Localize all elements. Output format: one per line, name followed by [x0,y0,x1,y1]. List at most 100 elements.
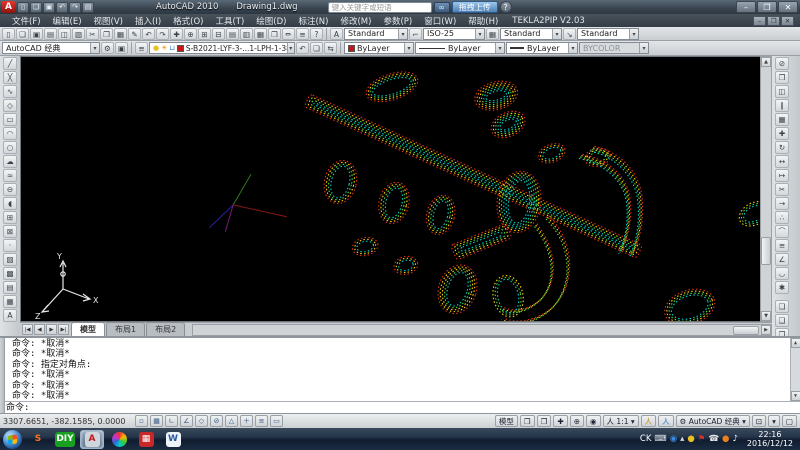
fillet-icon[interactable]: ◡ [775,267,789,280]
draworder-back-icon[interactable]: ❑ [775,314,789,327]
trim-icon[interactable]: ✂ [775,183,789,196]
text-style-icon[interactable]: A [330,28,343,40]
layer-previous-icon[interactable]: ↶ [296,42,309,54]
tab-布局1[interactable]: 布局1 [106,322,145,336]
dim-style-dropdown[interactable]: ISO-25▾ [423,28,485,40]
help-tray-icon[interactable]: ◉ [670,434,677,444]
construction-line-icon[interactable]: ╳ [3,71,17,84]
mtext-icon[interactable]: A [3,309,17,322]
menu-item-4[interactable]: 格式(O) [167,15,209,27]
layer-match-icon[interactable]: ⇆ [324,42,337,54]
draworder-front-icon[interactable]: ❏ [775,300,789,313]
help-icon[interactable]: ? [310,28,323,40]
scroll-up-arrow[interactable]: ▲ [761,57,771,67]
break-icon[interactable]: ⌒ [775,225,789,238]
taskbar-app-red-tool[interactable]: ▦ [134,430,158,449]
taskbar-app-autocad[interactable]: A [80,430,104,449]
annotation-autoscale-icon[interactable]: 人 [658,415,674,427]
properties-icon[interactable]: ▤ [226,28,239,40]
open-icon[interactable]: ❏ [16,28,29,40]
copy-icon[interactable]: ❐ [775,71,789,84]
doc-restore-button[interactable]: ❐ [767,16,780,26]
model-space-button[interactable]: 模型 [495,415,518,427]
circle-icon[interactable]: ○ [3,141,17,154]
plot-icon[interactable]: ▤ [82,2,94,13]
menu-item-5[interactable]: 工具(T) [209,15,250,27]
offset-icon[interactable]: ∥ [775,99,789,112]
menu-item-6[interactable]: 绘图(D) [250,15,292,27]
coin-icon[interactable]: ● [687,434,694,444]
taskbar-app-diy[interactable]: DIY [53,430,77,449]
point-icon[interactable]: · [3,239,17,252]
annotation-visibility-icon[interactable]: 人 [641,415,657,427]
menu-item-7[interactable]: 标注(N) [292,15,334,27]
communication-center-icon[interactable]: ∞ [434,2,450,13]
osnap-toggle[interactable]: ◇ [195,415,208,427]
spline-icon[interactable]: ≈ [3,169,17,182]
menu-item-0[interactable]: 文件(F) [6,15,47,27]
clean-screen-icon[interactable]: ▢ [782,415,797,427]
upload-button[interactable]: 拖拽上传 [452,1,498,13]
dot-icon[interactable]: ● [722,434,729,444]
open-icon[interactable]: ❏ [30,2,42,13]
ellipse-arc-icon[interactable]: ◖ [3,197,17,210]
mirror-icon[interactable]: ◫ [775,85,789,98]
scroll-right-arrow[interactable]: ▶ [761,325,771,335]
mleader-style-icon[interactable]: ↘ [563,28,576,40]
tab-nav-0[interactable]: |◀ [22,324,33,335]
command-panel-grip[interactable] [0,338,5,415]
doc-close-button[interactable]: ✕ [781,16,794,26]
tab-布局2[interactable]: 布局2 [146,322,185,336]
search-input[interactable]: 键入关键字或短语 [328,2,432,13]
command-line-panel[interactable]: 命令: *取消*命令: *取消*命令: 指定对角点:命令: *取消*命令: *取… [0,336,800,413]
tab-nav-3[interactable]: ▶| [58,324,69,335]
polygon-icon[interactable]: ◇ [3,99,17,112]
volume-icon[interactable]: ♪ [732,434,737,444]
insert-block-icon[interactable]: ⊞ [3,211,17,224]
autocad-logo-icon[interactable]: A [2,1,15,13]
tray-expand-icon[interactable]: ▴ [680,434,684,444]
new-icon[interactable]: ▯ [2,28,15,40]
publish-icon[interactable]: ▧ [72,28,85,40]
linetype-dropdown[interactable]: ByLayer▾ [415,42,505,54]
erase-icon[interactable]: ⊘ [775,57,789,70]
redo-icon[interactable]: ↷ [156,28,169,40]
zoom-window-icon[interactable]: ⊞ [198,28,211,40]
workspace-dropdown[interactable]: AutoCAD 经典▾ [2,42,100,54]
snap-toggle[interactable]: ▫ [135,415,148,427]
copy-icon[interactable]: ❐ [100,28,113,40]
paste-icon[interactable]: ▦ [114,28,127,40]
zoom-previous-icon[interactable]: ⊟ [212,28,225,40]
start-button[interactable] [3,430,22,449]
quickcalc-icon[interactable]: ≡ [296,28,309,40]
workspace-settings-icon[interactable]: ⚙ [101,42,114,54]
taskbar-app-sogou[interactable]: S [26,430,50,449]
minimize-button[interactable]: – [736,1,756,13]
model-space-canvas[interactable]: Y X Z [20,56,760,322]
line-icon[interactable]: ╱ [3,57,17,70]
mleader-style-dropdown[interactable]: Standard▾ [577,28,639,40]
horizontal-scrollbar[interactable]: ▶ [192,324,772,336]
menu-item-1[interactable]: 编辑(E) [47,15,88,27]
chamfer-icon[interactable]: ∠ [775,253,789,266]
dyn-toggle[interactable]: ＋ [240,415,253,427]
region-icon[interactable]: ▤ [3,281,17,294]
tab-nav-2[interactable]: ▶ [46,324,57,335]
horizontal-scroll-thumb[interactable] [733,326,759,335]
extend-icon[interactable]: → [775,197,789,210]
save-icon[interactable]: ▣ [30,28,43,40]
pan-icon[interactable]: ✚ [553,415,567,427]
help-button[interactable]: ? [500,1,512,13]
grid-toggle[interactable]: ▦ [150,415,163,427]
tool-palettes-icon[interactable]: ▦ [254,28,267,40]
ellipse-icon[interactable]: ⊖ [3,183,17,196]
move-icon[interactable]: ✚ [775,127,789,140]
vertical-scroll-thumb[interactable] [761,237,771,265]
flag-icon[interactable]: ⚑ [698,434,706,444]
markup-icon[interactable]: ✏ [282,28,295,40]
text-style-dropdown[interactable]: Standard▾ [344,28,408,40]
zoom-icon[interactable]: ⊕ [570,415,584,427]
otrack-toggle[interactable]: ⊘ [210,415,223,427]
polyline-icon[interactable]: ∿ [3,85,17,98]
command-scrollbar[interactable]: ▲ ▼ [790,338,800,401]
